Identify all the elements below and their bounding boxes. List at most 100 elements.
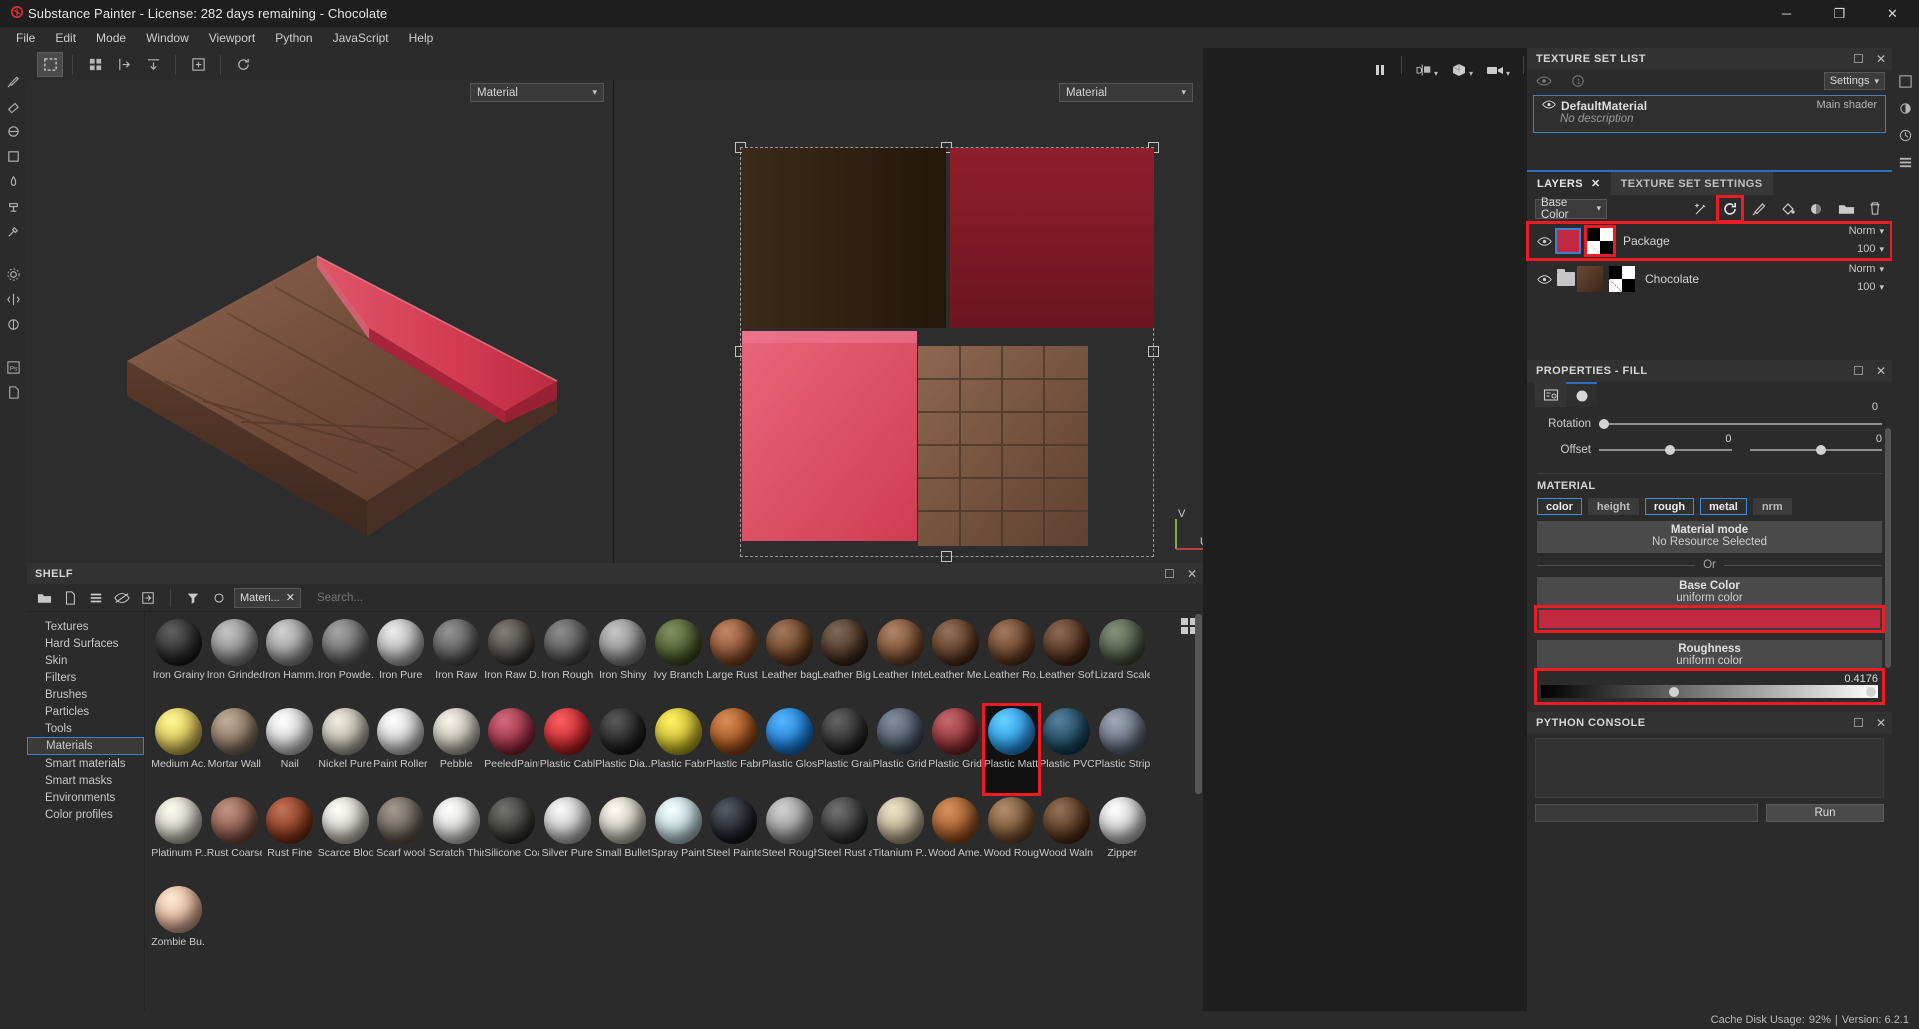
texture-set-entry[interactable]: DefaultMaterial No description Main shad…: [1533, 95, 1886, 133]
shelf-item[interactable]: Iron Shiny: [595, 616, 651, 705]
material-mode-dropzone[interactable]: Material mode No Resource Selected: [1537, 521, 1882, 553]
shelf-item[interactable]: Leather Ro...: [984, 616, 1040, 705]
layer-opacity[interactable]: 100 ▾: [1849, 281, 1884, 293]
smudge-icon[interactable]: [2, 170, 25, 193]
roughness-slider-knob-max[interactable]: [1866, 687, 1876, 697]
info-icon[interactable]: 1: [1569, 72, 1587, 90]
shelf-item[interactable]: Iron Powde...: [318, 616, 374, 705]
dock-scrollbar-thumb[interactable]: [1885, 428, 1891, 668]
channel-button-color[interactable]: color: [1537, 498, 1582, 515]
channel-button-rough[interactable]: rough: [1644, 498, 1695, 515]
shelf-item[interactable]: Plastic Grid ...: [928, 705, 984, 794]
projection-icon[interactable]: [2, 120, 25, 143]
shelf-item[interactable]: Scratch Thin: [429, 794, 485, 883]
offset-u-slider-knob[interactable]: [1665, 445, 1676, 455]
shelf-item[interactable]: Iron Grinded: [207, 616, 263, 705]
shelf-item[interactable]: Plastic Dia...: [595, 705, 651, 794]
shelf-category-hard-surfaces[interactable]: Hard Surfaces: [27, 635, 144, 652]
channel-button-metal[interactable]: metal: [1700, 498, 1747, 515]
shelf-item[interactable]: Spray Paint ...: [651, 794, 707, 883]
menu-file[interactable]: File: [6, 27, 45, 48]
shelf-item[interactable]: Iron Raw: [429, 616, 485, 705]
shelf-category-smart-masks[interactable]: Smart masks: [27, 772, 144, 789]
list-view-icon[interactable]: [85, 588, 107, 608]
eyedropper-icon[interactable]: [2, 220, 25, 243]
texture-set-settings-chip[interactable]: Settings ▾: [1823, 72, 1885, 90]
shelf-item[interactable]: Plastic Fabri...: [651, 705, 707, 794]
symmetry-icon[interactable]: [2, 288, 25, 311]
shader-selector-2d[interactable]: Material ▾: [1059, 83, 1193, 102]
eye-visibility-icon[interactable]: [1535, 72, 1553, 90]
filter-icon[interactable]: [182, 588, 204, 608]
shelf-item[interactable]: Iron Rough: [540, 616, 596, 705]
viewport-2d[interactable]: Material ▾ V U: [614, 81, 1203, 563]
shelf-filter-chip[interactable]: Materi... ✕: [234, 587, 301, 608]
layer-mask-thumbnail[interactable]: [1609, 266, 1635, 292]
open-folder-icon[interactable]: [33, 588, 55, 608]
tab-properties-material[interactable]: [1566, 382, 1597, 407]
close-icon[interactable]: ✕: [286, 591, 295, 604]
eraser-icon[interactable]: [2, 95, 25, 118]
layer-content-thumbnail[interactable]: [1555, 228, 1581, 254]
camera-mode-button[interactable]: ▾: [1480, 51, 1515, 78]
shelf-item[interactable]: Leather Big ...: [817, 616, 873, 705]
shelf-item[interactable]: PeeledPaint...: [484, 705, 540, 794]
shelf-category-brushes[interactable]: Brushes: [27, 686, 144, 703]
shelf-item[interactable]: Wood Waln...: [1039, 794, 1095, 883]
eye-visibility-icon[interactable]: [1535, 236, 1553, 247]
viewport-mode-button[interactable]: ▾: [1445, 51, 1478, 78]
layer-row[interactable]: Package Norm ▾ 100 ▾: [1526, 221, 1893, 261]
display-channel-button[interactable]: D ▾: [1410, 51, 1443, 78]
layer-blend-mode[interactable]: Norm ▾: [1849, 263, 1884, 275]
shelf-item[interactable]: Steel Painted: [706, 794, 762, 883]
shelf-item[interactable]: Leather Me...: [928, 616, 984, 705]
tiling-icon[interactable]: [2, 313, 25, 336]
texture-set-list-float-icon[interactable]: ☐: [1853, 52, 1864, 66]
shelf-item[interactable]: Wood Ame...: [928, 794, 984, 883]
add-frame-button[interactable]: [185, 52, 211, 77]
shelf-item[interactable]: Lizard Scales: [1095, 616, 1151, 705]
menu-edit[interactable]: Edit: [45, 27, 86, 48]
align-left-button[interactable]: [111, 52, 137, 77]
uv-grid-button[interactable]: [82, 52, 108, 77]
viewport-3d[interactable]: Material ▾ Y Z X: [27, 81, 613, 563]
shelf-item[interactable]: Iron Grainy: [151, 616, 207, 705]
shelf-search-input[interactable]: [308, 587, 1203, 608]
shelf-item[interactable]: Silicone Coat: [484, 794, 540, 883]
properties-float-icon[interactable]: ☐: [1853, 364, 1864, 378]
shelf-item[interactable]: Silver Pure: [540, 794, 596, 883]
shelf-item[interactable]: Scarf wool: [373, 794, 429, 883]
shelf-item[interactable]: Plastic Fabri...: [706, 705, 762, 794]
add-paint-layer-icon[interactable]: [1750, 200, 1768, 218]
shelf-item[interactable]: Plastic Glos...: [762, 705, 818, 794]
history-icon[interactable]: [1894, 124, 1917, 147]
channel-button-height[interactable]: height: [1587, 498, 1639, 515]
pause-render-button[interactable]: [1367, 51, 1393, 78]
shelf-item[interactable]: Medium Ac...: [151, 705, 207, 794]
shelf-item[interactable]: Nickel Pure: [318, 705, 374, 794]
close-icon[interactable]: ✕: [1591, 177, 1601, 190]
add-folder-icon[interactable]: [1837, 200, 1855, 218]
shelf-item[interactable]: Mortar Wall: [207, 705, 263, 794]
menu-python[interactable]: Python: [265, 27, 322, 48]
add-smart-material-icon[interactable]: [1692, 200, 1710, 218]
close-button[interactable]: ✕: [1866, 0, 1919, 27]
base-color-swatch[interactable]: [1537, 608, 1882, 630]
shelf-float-icon[interactable]: ☐: [1164, 567, 1175, 581]
shelf-item[interactable]: Steel Rough: [762, 794, 818, 883]
shelf-item[interactable]: Wood Rough: [984, 794, 1040, 883]
shelf-item[interactable]: Small Bullet...: [595, 794, 651, 883]
shelf-category-tools[interactable]: Tools: [27, 720, 144, 737]
layer-opacity[interactable]: 100 ▾: [1849, 243, 1884, 255]
layer-mask-thumbnail[interactable]: [1584, 225, 1616, 257]
shelf-item[interactable]: Rust Coarse: [207, 794, 263, 883]
shelf-item[interactable]: Plastic Matt...: [981, 703, 1041, 796]
base-color-dropzone[interactable]: Base Color uniform color: [1537, 577, 1882, 606]
shelf-item[interactable]: Steel Rust a...: [817, 794, 873, 883]
layer-blend-mode[interactable]: Norm ▾: [1849, 225, 1884, 237]
shelf-item[interactable]: Iron Pure: [373, 616, 429, 705]
rotation-slider[interactable]: [1599, 419, 1882, 429]
shelf-item[interactable]: Platinum P...: [151, 794, 207, 883]
shelf-item[interactable]: Plastic Stripes: [1095, 705, 1151, 794]
shelf-item[interactable]: Scarce Bloo...: [318, 794, 374, 883]
